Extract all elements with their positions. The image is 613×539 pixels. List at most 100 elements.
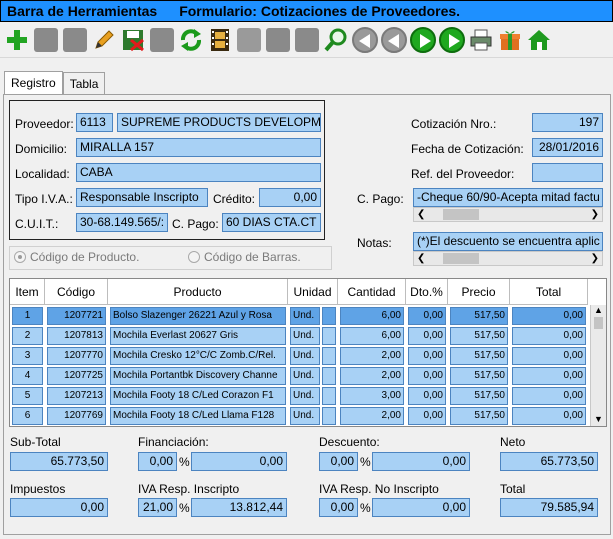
- unidad-dropdown[interactable]: [322, 387, 336, 405]
- cell-precio[interactable]: 517,50: [450, 327, 508, 345]
- cell-item[interactable]: 1: [12, 307, 43, 325]
- radio-codigo-producto[interactable]: Código de Producto.: [14, 250, 139, 264]
- cell-cantidad[interactable]: 2,00: [340, 367, 404, 385]
- cell-unidad[interactable]: Und.: [290, 387, 320, 405]
- cell-producto[interactable]: Mochila Footy 18 C/Led Corazon F1: [110, 387, 286, 405]
- cell-cantidad[interactable]: 6,00: [340, 327, 404, 345]
- scroll-thumb[interactable]: [594, 317, 603, 329]
- cell-item[interactable]: 2: [12, 327, 43, 345]
- cell-dto[interactable]: 0,00: [408, 387, 446, 405]
- cell-codigo[interactable]: 1207725: [47, 367, 106, 385]
- col-header-precio[interactable]: Precio: [448, 279, 510, 305]
- col-header-codigo[interactable]: Código: [45, 279, 108, 305]
- cell-producto[interactable]: Mochila Footy 18 C/Led Llama F128: [110, 407, 286, 425]
- cell-producto[interactable]: Mochila Everlast 20627 Gris: [110, 327, 286, 345]
- cell-total[interactable]: 0,00: [512, 327, 586, 345]
- delete-button[interactable]: [119, 24, 146, 55]
- film-button[interactable]: [206, 24, 233, 55]
- cell-precio[interactable]: 517,50: [450, 347, 508, 365]
- cell-item[interactable]: 5: [12, 387, 43, 405]
- cell-precio[interactable]: 517,50: [450, 307, 508, 325]
- cell-item[interactable]: 4: [12, 367, 43, 385]
- financiacion-pct-field[interactable]: 0,00: [138, 452, 177, 471]
- print-button[interactable]: [467, 24, 494, 55]
- cell-total[interactable]: 0,00: [512, 347, 586, 365]
- iva-ri-pct-field[interactable]: 21,00: [138, 498, 177, 517]
- tab-registro[interactable]: Registro: [4, 71, 63, 94]
- cell-total[interactable]: 0,00: [512, 307, 586, 325]
- fecha-field[interactable]: 28/01/2016: [532, 138, 603, 157]
- cell-unidad[interactable]: Und.: [290, 367, 320, 385]
- cell-producto[interactable]: Bolso Slazenger 26221 Azul y Rosa: [110, 307, 286, 325]
- scroll-thumb[interactable]: [443, 253, 480, 264]
- cell-item[interactable]: 6: [12, 407, 43, 425]
- cell-precio[interactable]: 517,50: [450, 367, 508, 385]
- notas-scrollbar[interactable]: ❮ ❯: [413, 251, 603, 266]
- cell-precio[interactable]: 517,50: [450, 387, 508, 405]
- notas-field[interactable]: (*)El descuento se encuentra aplic: [413, 232, 603, 251]
- cell-cantidad[interactable]: 2,00: [340, 407, 404, 425]
- home-button[interactable]: [525, 24, 552, 55]
- cell-dto[interactable]: 0,00: [408, 327, 446, 345]
- iva-rni-pct-field[interactable]: 0,00: [319, 498, 358, 517]
- unidad-dropdown[interactable]: [322, 307, 336, 325]
- cell-producto[interactable]: Mochila Cresko 12°C/C Zomb.C/Rel.: [110, 347, 286, 365]
- cell-codigo[interactable]: 1207770: [47, 347, 106, 365]
- col-header-total[interactable]: Total: [510, 279, 588, 305]
- previous-button[interactable]: [380, 24, 407, 55]
- cell-codigo[interactable]: 1207213: [47, 387, 106, 405]
- col-header-unidad[interactable]: Unidad: [288, 279, 338, 305]
- gift-button[interactable]: [496, 24, 523, 55]
- cell-codigo[interactable]: 1207813: [47, 327, 106, 345]
- grid2-button[interactable]: [293, 24, 320, 55]
- cell-cantidad[interactable]: 6,00: [340, 307, 404, 325]
- credito-field[interactable]: 0,00: [259, 188, 321, 207]
- save-as-button[interactable]: [61, 24, 88, 55]
- cell-total[interactable]: 0,00: [512, 367, 586, 385]
- descuento-pct-field[interactable]: 0,00: [319, 452, 358, 471]
- unidad-dropdown[interactable]: [322, 367, 336, 385]
- cell-item[interactable]: 3: [12, 347, 43, 365]
- edit-button[interactable]: [90, 24, 117, 55]
- cell-total[interactable]: 0,00: [512, 387, 586, 405]
- cotizacion-field[interactable]: 197: [532, 113, 603, 132]
- cell-unidad[interactable]: Und.: [290, 307, 320, 325]
- col-header-cantidad[interactable]: Cantidad: [338, 279, 406, 305]
- cpago2-field[interactable]: -Cheque 60/90-Acepta mitad factu: [413, 188, 603, 207]
- search-button[interactable]: [322, 24, 349, 55]
- refresh-button[interactable]: [177, 24, 204, 55]
- cell-unidad[interactable]: Und.: [290, 347, 320, 365]
- cell-unidad[interactable]: Und.: [290, 327, 320, 345]
- cell-codigo[interactable]: 1207721: [47, 307, 106, 325]
- table-vscrollbar[interactable]: ▲ ▼: [590, 305, 606, 426]
- unidad-dropdown[interactable]: [322, 407, 336, 425]
- tipo-iva-field[interactable]: Responsable Inscripto: [76, 188, 208, 207]
- localidad-field[interactable]: CABA: [76, 163, 321, 182]
- next-button[interactable]: [409, 24, 436, 55]
- cell-total[interactable]: 0,00: [512, 407, 586, 425]
- ref-field[interactable]: [532, 163, 603, 182]
- col-header-item[interactable]: Item: [10, 279, 45, 305]
- col-header-dto[interactable]: Dto.%: [406, 279, 448, 305]
- tab-tabla[interactable]: Tabla: [62, 72, 106, 94]
- proveedor-code-field[interactable]: 6113: [76, 113, 113, 132]
- cell-unidad[interactable]: Und.: [290, 407, 320, 425]
- cpago-field[interactable]: 60 DIAS CTA.CT: [222, 213, 321, 232]
- last-button[interactable]: [438, 24, 465, 55]
- return-button[interactable]: [235, 24, 262, 55]
- undo-button[interactable]: [148, 24, 175, 55]
- radio-codigo-barras[interactable]: Código de Barras.: [188, 250, 301, 264]
- cell-dto[interactable]: 0,00: [408, 307, 446, 325]
- cell-codigo[interactable]: 1207769: [47, 407, 106, 425]
- unidad-dropdown[interactable]: [322, 327, 336, 345]
- cpago2-scrollbar[interactable]: ❮ ❯: [413, 207, 603, 222]
- scroll-thumb[interactable]: [443, 209, 480, 220]
- save-button[interactable]: [32, 24, 59, 55]
- proveedor-name-field[interactable]: SUPREME PRODUCTS DEVELOPM: [117, 113, 321, 132]
- domicilio-field[interactable]: MIRALLA 157: [76, 138, 321, 157]
- cell-dto[interactable]: 0,00: [408, 407, 446, 425]
- unidad-dropdown[interactable]: [322, 347, 336, 365]
- cell-precio[interactable]: 517,50: [450, 407, 508, 425]
- cell-dto[interactable]: 0,00: [408, 347, 446, 365]
- first-button[interactable]: [351, 24, 378, 55]
